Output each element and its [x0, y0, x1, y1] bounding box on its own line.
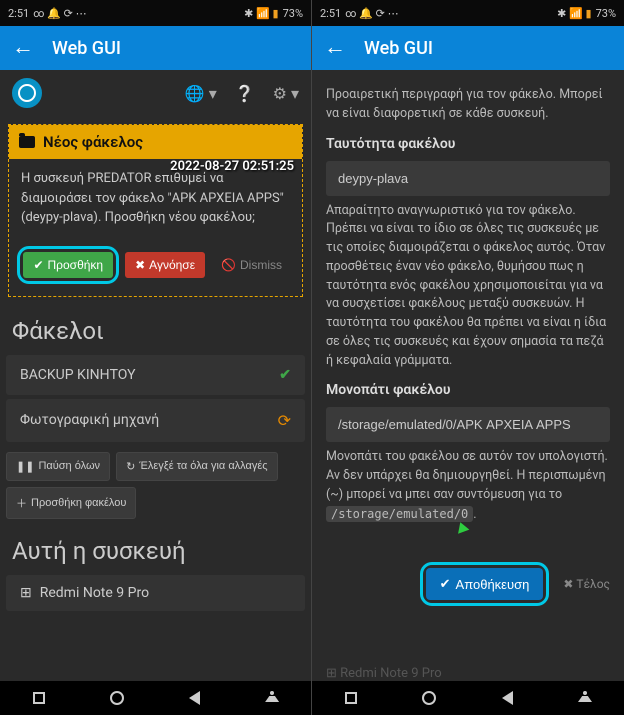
accessibility-icon[interactable]: [264, 690, 280, 706]
phone-left: 2:51 ∞ 🔔 ⟳ ⋯ ✱ 📶 ▮ 73% ← Web GUI 🌐 ▾ ❔ ⚙…: [0, 0, 312, 715]
device-name: Redmi Note 9 Pro: [40, 585, 149, 601]
notif-title: Νέος φάκελος: [43, 133, 143, 151]
android-nav: [0, 681, 311, 715]
device-icon: ⊞: [326, 666, 340, 681]
rescan-button[interactable]: ↻ Έλεγξέ τα όλα για αλλαγές: [116, 452, 278, 481]
syncthing-logo-icon[interactable]: [12, 78, 42, 108]
faded-device-row: ⊞ Redmi Note 9 Pro: [326, 666, 442, 681]
help-icon[interactable]: ❔: [235, 84, 255, 103]
gear-icon[interactable]: ⚙ ▾: [273, 84, 299, 103]
sync-icon: ⟳: [278, 411, 291, 430]
folder-row[interactable]: Φωτογραφική μηχανή ⟳: [6, 399, 305, 442]
status-time: 2:51: [320, 7, 341, 20]
device-heading: Αυτή η συσκευή: [0, 525, 311, 571]
add-button[interactable]: ✔ Προσθήκη: [23, 252, 113, 278]
dismiss-button[interactable]: 🚫 Dismiss: [211, 252, 292, 278]
back-icon[interactable]: ←: [324, 37, 346, 59]
folder-actions: ❚❚ Παύση όλων ↻ Έλεγξέ τα όλα για αλλαγέ…: [0, 446, 311, 487]
folder-row[interactable]: BACKUP ΚΙΝΗΤΟΥ ✔: [6, 355, 305, 395]
home-button[interactable]: [421, 690, 437, 706]
check-icon: ✔: [279, 367, 291, 383]
recent-apps-button[interactable]: [343, 690, 359, 706]
back-button[interactable]: [499, 690, 515, 706]
folder-path-label: Μονοπάτι φακέλου: [326, 380, 610, 401]
pause-all-button[interactable]: ❚❚ Παύση όλων: [6, 452, 110, 481]
battery-pct: 73%: [283, 7, 303, 20]
globe-icon[interactable]: 🌐 ▾: [185, 84, 217, 103]
folder-path-help: Μονοπάτι του φακέλου σε αυτόν τον υπολογ…: [326, 448, 610, 524]
folder-icon: [19, 136, 35, 148]
notif-actions: ✔ Προσθήκη ✖ Αγνόησε 🚫 Dismiss: [9, 238, 302, 296]
back-icon[interactable]: ←: [12, 37, 34, 59]
save-button[interactable]: ✔ Αποθήκευση: [426, 568, 544, 600]
highlight-save: ✔ Αποθήκευση: [420, 562, 550, 606]
close-button[interactable]: ✖ Τέλος: [563, 577, 610, 591]
status-bar: 2:51 ∞ 🔔 ⟳ ⋯ ✱ 📶 ▮ 73%: [0, 0, 311, 26]
folder-path-input[interactable]: [326, 407, 610, 442]
timestamp-overlay: 2022-08-27 02:51:25: [170, 159, 294, 174]
folder-id-help: Απαραίτητο αναγνωριστικό για τον φάκελο.…: [326, 202, 610, 371]
status-left-icons: ∞ 🔔 ⟳ ⋯: [33, 7, 86, 20]
app-bar: ← Web GUI: [0, 26, 311, 70]
device-row[interactable]: ⊞ Redmi Note 9 Pro: [6, 575, 305, 611]
back-button[interactable]: [186, 690, 202, 706]
accessibility-icon[interactable]: [577, 690, 593, 706]
status-bar: 2:51 ∞ 🔔 ⟳ ⋯ ✱ 📶 ▮ 73%: [312, 0, 624, 26]
android-nav: [312, 681, 624, 715]
new-folder-notification: Νέος φάκελος 2022-08-27 02:51:25 Η συσκε…: [8, 124, 303, 297]
add-folder-button[interactable]: ＋ Προσθήκη φακέλου: [6, 487, 136, 519]
device-icon: ⊞: [20, 585, 32, 601]
battery-pct: 73%: [596, 7, 616, 20]
app-title: Web GUI: [364, 38, 433, 59]
folders-heading: Φάκελοι: [0, 305, 311, 351]
phone-right: 2:51 ∞ 🔔 ⟳ ⋯ ✱ 📶 ▮ 73% ← Web GUI Προαιρε…: [312, 0, 624, 715]
folder-name: BACKUP ΚΙΝΗΤΟΥ: [20, 367, 136, 383]
highlight-add: ✔ Προσθήκη: [17, 246, 119, 284]
status-right-icons: ✱ 📶 ▮: [244, 7, 278, 20]
web-toolbar: 🌐 ▾ ❔ ⚙ ▾: [0, 70, 311, 116]
app-title: Web GUI: [52, 38, 121, 59]
content-left: 🌐 ▾ ❔ ⚙ ▾ Νέος φάκελος 2022-08-27 02:51:…: [0, 70, 311, 681]
notif-header: Νέος φάκελος: [9, 125, 302, 159]
status-left-icons: ∞ 🔔 ⟳ ⋯: [345, 7, 398, 20]
status-time: 2:51: [8, 7, 29, 20]
description-help: Προαιρετική περιγραφή για τον φάκελο. Μπ…: [326, 86, 610, 124]
home-button[interactable]: [109, 690, 125, 706]
ignore-button[interactable]: ✖ Αγνόησε: [125, 252, 205, 278]
form-footer: ✔ Αποθήκευση ✖ Τέλος: [312, 552, 624, 606]
status-right-icons: ✱ 📶 ▮: [557, 7, 591, 20]
folder-id-label: Ταυτότητα φακέλου: [326, 134, 610, 155]
app-bar: ← Web GUI: [312, 26, 624, 70]
folder-id-input[interactable]: [326, 161, 610, 196]
code-path: /storage/emulated/0: [326, 506, 473, 522]
content-right: Προαιρετική περιγραφή για τον φάκελο. Μπ…: [312, 70, 624, 681]
recent-apps-button[interactable]: [31, 690, 47, 706]
folder-name: Φωτογραφική μηχανή: [20, 412, 159, 428]
